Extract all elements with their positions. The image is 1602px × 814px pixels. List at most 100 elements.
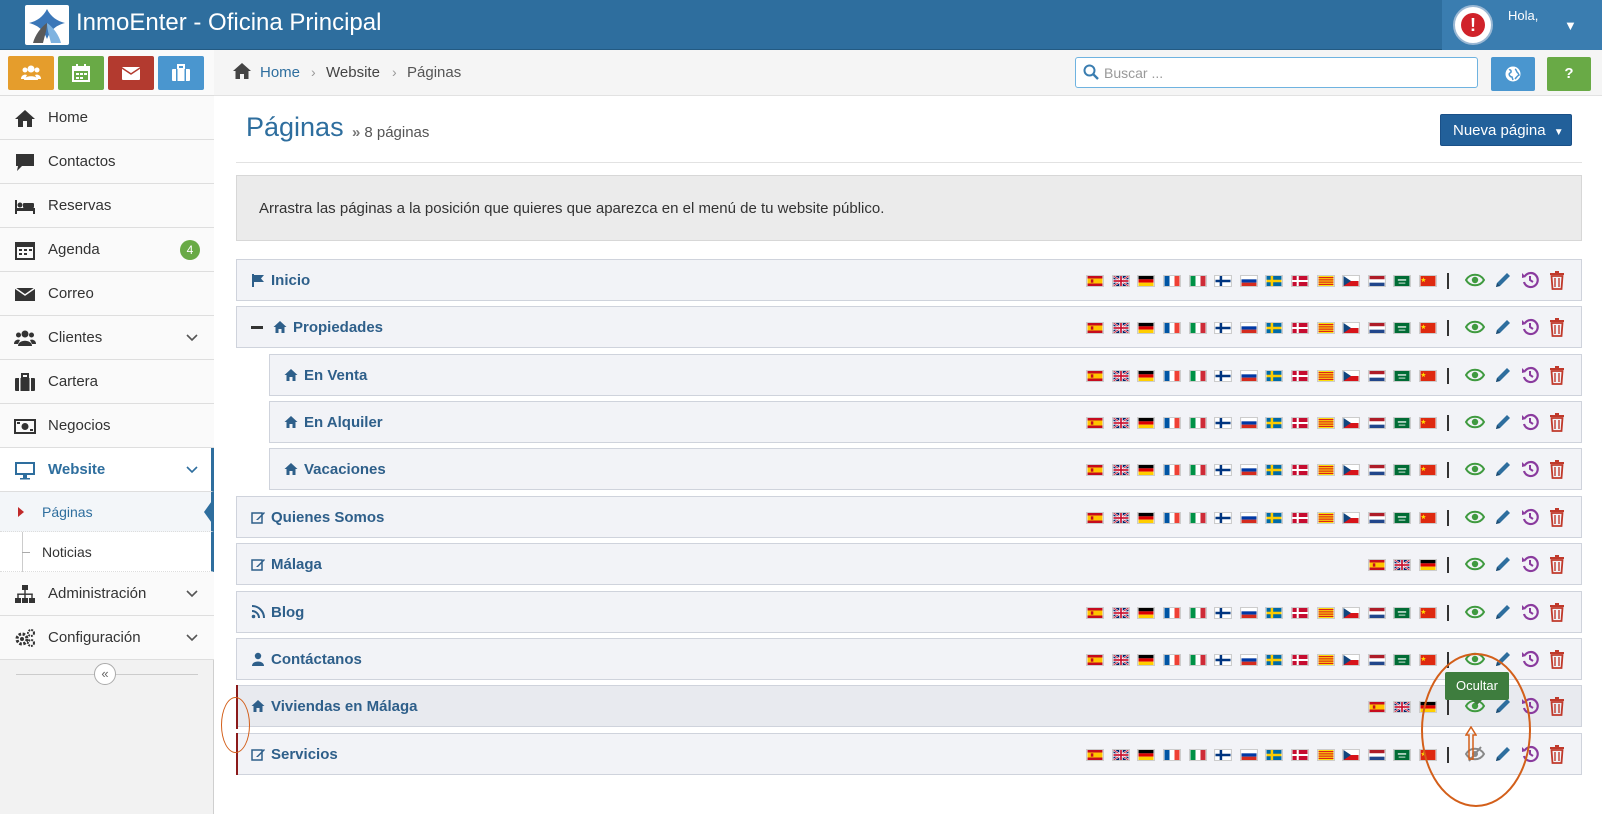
nav-item-correo[interactable]: Correo (0, 272, 214, 316)
search-input[interactable] (1104, 60, 1464, 85)
nav-label: Home (48, 109, 89, 126)
history-icon[interactable] (1520, 270, 1540, 290)
nav-label: Agenda (48, 241, 100, 258)
page-row[interactable]: Servicios (236, 733, 1582, 775)
eye-icon[interactable] (1465, 412, 1485, 432)
nav-item-home[interactable]: Home (0, 96, 214, 140)
nav-label: Clientes (48, 329, 103, 346)
page-subtitle: » 8 páginas (352, 124, 429, 141)
caret-down-icon[interactable]: ▼ (1564, 18, 1577, 33)
trash-icon[interactable] (1547, 696, 1567, 716)
view-website-button[interactable] (1491, 57, 1535, 91)
nav-item-reservas[interactable]: Reservas (0, 184, 214, 228)
money-icon (14, 419, 36, 434)
trash-icon[interactable] (1547, 507, 1567, 527)
nav-item-clientes[interactable]: Clientes (0, 316, 214, 360)
envelope-icon (121, 67, 141, 80)
pencil-icon[interactable] (1493, 507, 1513, 527)
eye-icon[interactable] (1465, 602, 1485, 622)
arrow-up-icon (1465, 726, 1477, 760)
history-icon[interactable] (1520, 365, 1540, 385)
home-icon[interactable] (232, 62, 252, 80)
nav-item-agenda[interactable]: Agenda 4 (0, 228, 214, 272)
history-icon[interactable] (1520, 554, 1540, 574)
pencil-icon[interactable] (1493, 459, 1513, 479)
pencil-icon[interactable] (1493, 554, 1513, 574)
nav-item-administracion[interactable]: Administración (0, 572, 214, 616)
page-row[interactable]: En Alquiler (269, 401, 1582, 443)
trash-icon[interactable] (1547, 412, 1567, 432)
chevron-down-icon (186, 466, 198, 474)
app-logo[interactable] (25, 5, 69, 45)
trash-icon[interactable] (1547, 744, 1567, 764)
pencil-icon[interactable] (1493, 602, 1513, 622)
chevron-down-icon (186, 590, 198, 598)
app-title: InmoEnter - Oficina Principal (76, 9, 382, 36)
nav-label: Negocios (48, 417, 111, 434)
breadcrumb-website-link[interactable]: Website (326, 64, 380, 81)
alert-icon[interactable]: ! (1453, 5, 1493, 45)
page-row[interactable]: Inicio (236, 259, 1582, 301)
page-row[interactable]: Málaga (236, 543, 1582, 585)
pencil-icon[interactable] (1493, 412, 1513, 432)
page-row[interactable]: Propiedades (236, 306, 1582, 348)
portfolio-shortcut-button[interactable] (158, 56, 204, 90)
pencil-icon[interactable] (1493, 365, 1513, 385)
search-icon (1083, 64, 1099, 80)
page-row[interactable]: Quienes Somos (236, 496, 1582, 538)
pencil-icon[interactable] (1493, 317, 1513, 337)
page-row[interactable]: Blog (236, 591, 1582, 633)
history-icon[interactable] (1520, 317, 1540, 337)
eye-icon[interactable] (1465, 317, 1485, 337)
nav-item-negocios[interactable]: Negocios (0, 404, 214, 448)
trash-icon[interactable] (1547, 554, 1567, 574)
history-icon[interactable] (1520, 649, 1540, 669)
eye-icon[interactable] (1465, 459, 1485, 479)
row-actions (270, 459, 1583, 479)
calendar-shortcut-button[interactable] (58, 56, 104, 90)
new-page-button[interactable]: Nueva página ▼ (1440, 114, 1572, 146)
history-icon[interactable] (1520, 412, 1540, 432)
breadcrumb-home-link[interactable]: Home (260, 64, 300, 81)
sub-nav-item-paginas[interactable]: Páginas (0, 492, 214, 532)
trash-icon[interactable] (1547, 602, 1567, 622)
trash-icon[interactable] (1547, 649, 1567, 669)
nav-item-configuracion[interactable]: Configuración (0, 616, 214, 660)
page-row[interactable]: En Venta (269, 354, 1582, 396)
mail-shortcut-button[interactable] (108, 56, 154, 90)
eye-icon[interactable] (1465, 365, 1485, 385)
history-icon[interactable] (1520, 507, 1540, 527)
nav-item-website[interactable]: Website (0, 448, 214, 492)
page-row[interactable]: Contáctanos (236, 638, 1582, 680)
caret-down-icon: ▼ (1553, 127, 1564, 138)
pencil-icon[interactable] (1493, 270, 1513, 290)
info-text: Arrastra las páginas a la posición que q… (259, 200, 885, 217)
collapse-sidebar-icon[interactable]: « (94, 663, 116, 685)
users-icon (14, 330, 36, 346)
trash-icon[interactable] (1547, 459, 1567, 479)
comment-icon (16, 154, 34, 171)
desktop-icon (15, 462, 35, 480)
history-icon[interactable] (1520, 602, 1540, 622)
page-row[interactable]: Viviendas en Málaga (236, 685, 1582, 727)
eye-icon[interactable] (1465, 507, 1485, 527)
row-actions (237, 270, 1583, 290)
page-title: Páginas (246, 112, 344, 142)
history-icon[interactable] (1520, 459, 1540, 479)
help-button[interactable]: ? (1547, 57, 1591, 91)
trash-icon[interactable] (1547, 270, 1567, 290)
row-actions (270, 412, 1583, 432)
calendar-icon (72, 64, 90, 82)
eye-icon[interactable] (1465, 554, 1485, 574)
users-shortcut-button[interactable] (8, 56, 54, 90)
sub-nav-item-noticias[interactable]: Noticias (0, 532, 214, 572)
bed-icon (15, 200, 35, 214)
trash-icon[interactable] (1547, 365, 1567, 385)
active-indicator (204, 498, 214, 526)
eye-icon[interactable] (1465, 270, 1485, 290)
nav-item-cartera[interactable]: Cartera (0, 360, 214, 404)
nav-item-contactos[interactable]: Contactos (0, 140, 214, 184)
trash-icon[interactable] (1547, 317, 1567, 337)
page-row[interactable]: Vacaciones (269, 448, 1582, 490)
user-greeting[interactable]: Hola, (1508, 8, 1538, 23)
